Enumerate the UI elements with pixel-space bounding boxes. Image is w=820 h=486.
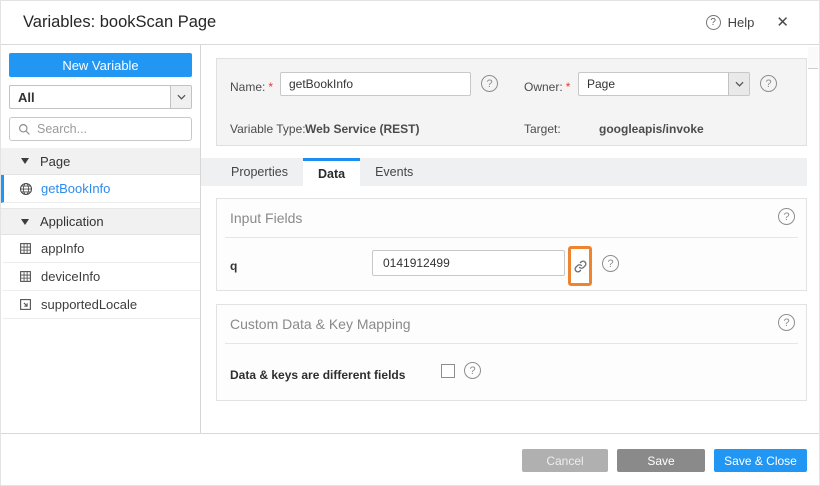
search-icon <box>18 123 31 136</box>
name-help-icon[interactable]: ? <box>481 75 498 92</box>
name-input[interactable] <box>280 72 471 96</box>
grid-variable-icon <box>19 242 34 255</box>
chevron-down-icon <box>170 86 191 108</box>
variable-tree: Page getBookInfo Application appInfo deviceI… <box>1 148 200 319</box>
web-service-globe-icon <box>19 182 34 196</box>
variable-type-label: Variable Type: <box>230 122 306 136</box>
tree-item-label: getBookInfo <box>41 181 111 196</box>
required-asterisk: * <box>565 80 571 94</box>
different-fields-label: Data & keys are different fields <box>230 368 406 382</box>
different-fields-checkbox[interactable] <box>441 364 455 378</box>
dialog-footer: Cancel Save Save & Close <box>1 433 819 485</box>
help-link[interactable]: Help <box>728 15 755 30</box>
close-icon[interactable]: ✕ <box>776 15 789 30</box>
owner-selected-value: Page <box>587 77 616 91</box>
cancel-button[interactable]: Cancel <box>522 449 608 472</box>
tree-item-supportedlocale[interactable]: supportedLocale <box>1 291 200 319</box>
variable-filter-dropdown[interactable]: All <box>9 85 192 109</box>
variables-sidebar: New Variable All Page getBookInfo Applicat… <box>1 45 201 433</box>
section-divider <box>225 343 798 344</box>
tab-events[interactable]: Events <box>360 158 428 186</box>
tree-group-page[interactable]: Page <box>1 148 200 175</box>
tab-properties[interactable]: Properties <box>216 158 303 186</box>
different-fields-help-icon[interactable]: ? <box>464 362 481 379</box>
search-input[interactable] <box>37 122 183 136</box>
grid-variable-icon <box>19 270 34 283</box>
bind-data-link-icon[interactable] <box>568 246 592 286</box>
header-actions: ? Help ✕ <box>705 15 797 30</box>
custom-mapping-section: Custom Data & Key Mapping ? Data & keys … <box>216 304 807 401</box>
tree-item-getbookinfo[interactable]: getBookInfo <box>1 175 200 203</box>
section-divider <box>225 237 798 238</box>
variable-type-value: Web Service (REST) <box>305 122 420 136</box>
tab-data[interactable]: Data <box>302 158 361 186</box>
variables-dialog: Variables: bookScan Page ? Help ✕ New Va… <box>0 0 820 486</box>
new-variable-button[interactable]: New Variable <box>9 53 192 77</box>
q-field-input[interactable] <box>372 250 565 276</box>
chevron-down-icon <box>728 73 749 95</box>
tree-group-label: Page <box>40 153 71 169</box>
save-and-close-button[interactable]: Save & Close <box>714 449 807 472</box>
q-field-label: q <box>230 259 238 273</box>
required-asterisk: * <box>268 80 274 94</box>
tree-item-label: deviceInfo <box>41 269 101 284</box>
dialog-header: Variables: bookScan Page ? Help ✕ <box>1 1 819 45</box>
input-fields-section: Input Fields ? q ? <box>216 198 807 291</box>
dialog-title: Variables: bookScan Page <box>23 13 217 31</box>
owner-dropdown[interactable]: Page <box>578 72 750 96</box>
variable-summary-panel: Name:* ? Owner:* Page ? Variable Type: W… <box>216 58 807 146</box>
collapse-triangle-icon <box>21 218 29 225</box>
tree-item-appinfo[interactable]: appInfo <box>1 235 200 263</box>
save-button[interactable]: Save <box>617 449 705 472</box>
variable-detail-pane: Name:* ? Owner:* Page ? Variable Type: W… <box>201 45 819 433</box>
target-value: googleapis/invoke <box>599 122 704 136</box>
input-fields-help-icon[interactable]: ? <box>778 208 795 225</box>
q-field-help-icon[interactable]: ? <box>602 255 619 272</box>
owner-label: Owner: * <box>524 80 571 94</box>
target-label: Target: <box>524 122 561 136</box>
input-fields-title: Input Fields <box>230 210 303 226</box>
collapse-triangle-icon <box>21 158 29 164</box>
help-icon[interactable]: ? <box>705 15 721 30</box>
custom-mapping-title: Custom Data & Key Mapping <box>230 316 411 332</box>
tree-item-deviceinfo[interactable]: deviceInfo <box>1 263 200 291</box>
locale-square-icon <box>19 298 34 311</box>
dialog-body: New Variable All Page getBookInfo Applicat… <box>1 45 819 433</box>
tree-group-application[interactable]: Application <box>1 208 200 235</box>
scrollbar-thumb[interactable] <box>808 47 818 69</box>
name-label: Name: * <box>230 80 274 94</box>
tree-item-label: supportedLocale <box>41 297 138 312</box>
footer-buttons: Cancel Save Save & Close <box>522 449 807 472</box>
tree-item-label: appInfo <box>41 241 85 256</box>
owner-help-icon[interactable]: ? <box>760 75 777 92</box>
tree-group-label: Application <box>40 214 104 229</box>
detail-tab-strip: Properties Data Events <box>201 158 809 186</box>
custom-mapping-help-icon[interactable]: ? <box>778 314 795 331</box>
variable-search[interactable] <box>9 117 192 141</box>
vertical-scrollbar[interactable] <box>807 45 819 433</box>
filter-selected-value: All <box>18 89 35 105</box>
